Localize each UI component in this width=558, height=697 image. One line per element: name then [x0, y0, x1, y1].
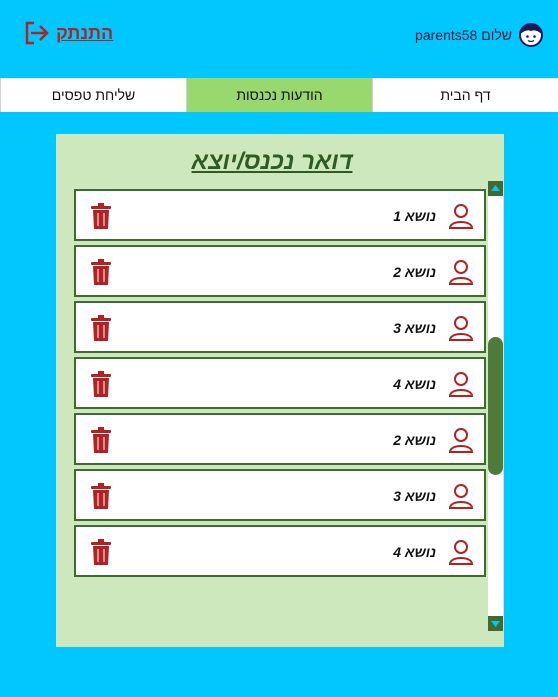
tab-send-forms[interactable]: שליחת טפסים — [0, 78, 186, 112]
user-icon — [448, 260, 474, 285]
message-subject: נושא 3 — [393, 488, 436, 504]
tab-bar: דף הבית הודעות נכנסות שליחת טפסים — [0, 78, 558, 112]
user-icon — [448, 540, 474, 565]
message-subject: נושא 3 — [393, 320, 436, 336]
message-subject: נושא 4 — [393, 544, 436, 560]
caret-up-icon — [491, 185, 500, 191]
tab-home-label: דף הבית — [440, 87, 491, 103]
message-subject: נושא 1 — [393, 208, 436, 224]
tab-incoming-messages[interactable]: הודעות נכנסות — [186, 78, 372, 112]
message-list-scrollbar[interactable] — [488, 181, 503, 631]
user-icon — [448, 484, 474, 509]
message-row[interactable]: נושא 3 — [74, 469, 486, 521]
caret-down-icon — [491, 621, 500, 627]
mailbox-panel: דואר נכנס/יוצא נושא 1 נושא 2 נושא 3 נושא… — [56, 134, 504, 647]
user-icon — [448, 316, 474, 341]
message-row[interactable]: נושא 2 — [74, 413, 486, 465]
message-subject: נושא 2 — [393, 264, 436, 280]
trash-icon[interactable] — [91, 539, 111, 565]
message-subject: נושא 4 — [393, 376, 436, 392]
logout-button[interactable]: התנתק — [24, 20, 113, 46]
message-row[interactable]: נושא 3 — [74, 301, 486, 353]
tab-send-forms-label: שליחת טפסים — [51, 87, 136, 103]
trash-icon[interactable] — [91, 259, 111, 285]
mailbox-title: דואר נכנס/יוצא — [191, 148, 353, 175]
logout-icon — [25, 21, 49, 45]
trash-icon[interactable] — [91, 371, 111, 397]
tab-home[interactable]: דף הבית — [372, 78, 558, 112]
message-row[interactable]: נושא 4 — [74, 525, 486, 577]
tab-incoming-messages-label: הודעות נכנסות — [236, 87, 323, 103]
top-bar: התנתק שלום parents58 — [0, 0, 558, 78]
user-avatar-icon — [519, 23, 543, 47]
message-subject: נושא 2 — [393, 432, 436, 448]
trash-icon[interactable] — [91, 427, 111, 453]
message-row[interactable]: נושא 4 — [74, 357, 486, 409]
message-row[interactable]: נושא 1 — [74, 189, 486, 241]
message-row[interactable]: נושא 2 — [74, 245, 486, 297]
logout-label: התנתק — [56, 22, 114, 43]
user-icon — [448, 204, 474, 229]
user-greeting: שלום parents58 — [415, 22, 544, 48]
user-icon — [448, 372, 474, 397]
user-icon — [448, 428, 474, 453]
scroll-up-button[interactable] — [488, 181, 503, 196]
scroll-thumb[interactable] — [488, 337, 503, 475]
greeting-text: שלום parents58 — [415, 27, 512, 43]
trash-icon[interactable] — [91, 483, 111, 509]
scroll-down-button[interactable] — [488, 616, 503, 631]
trash-icon[interactable] — [91, 203, 111, 229]
trash-icon[interactable] — [91, 315, 111, 341]
